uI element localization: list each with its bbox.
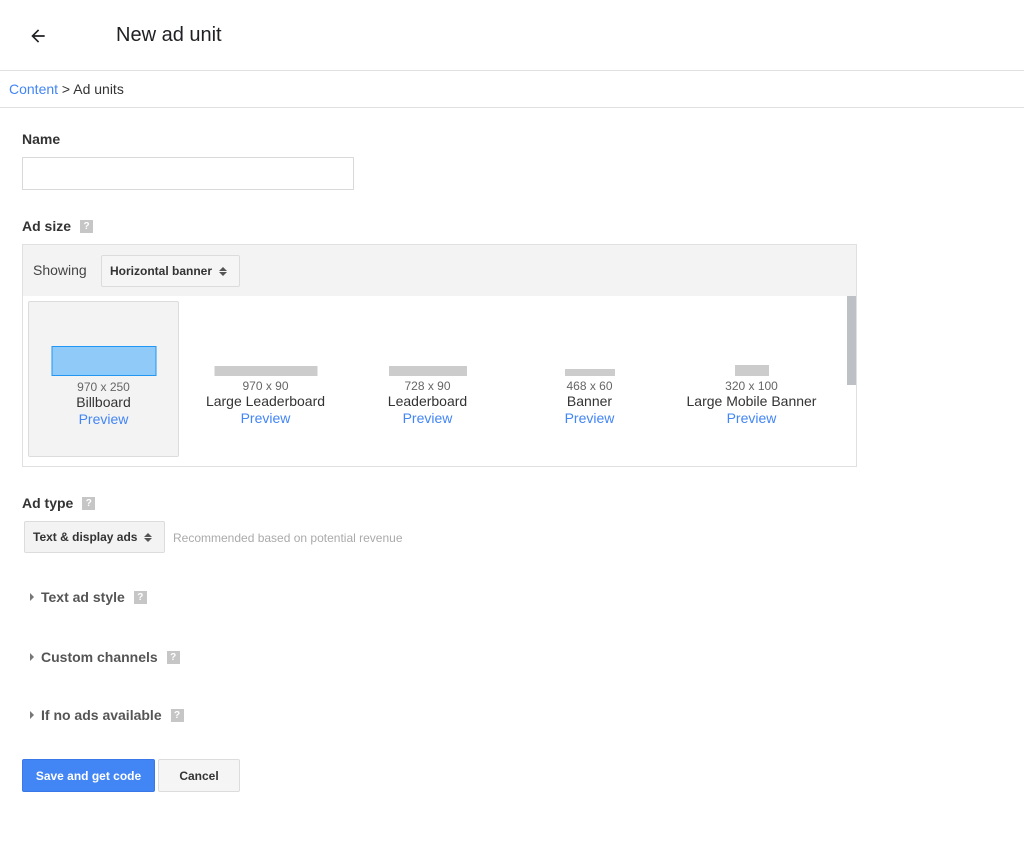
- showing-select-value: Horizontal banner: [110, 264, 213, 278]
- size-dimensions: 468 x 60: [566, 379, 613, 393]
- size-option-leaderboard[interactable]: 728 x 90 Leaderboard Preview: [352, 301, 503, 457]
- expander-label: If no ads available: [41, 707, 162, 723]
- size-thumb-banner: [564, 369, 615, 376]
- preview-link[interactable]: Preview: [190, 410, 341, 426]
- name-label-text: Name: [22, 131, 61, 147]
- size-option-large-mobile-banner[interactable]: 320 x 100 Large Mobile Banner Preview: [676, 301, 827, 457]
- breadcrumb-content-link[interactable]: Content: [9, 81, 58, 97]
- breadcrumb-separator: >: [58, 81, 74, 97]
- size-dimensions: 970 x 250: [77, 380, 130, 394]
- ad-size-panel: Showing Horizontal banner 970 x 250 Bill…: [22, 244, 857, 467]
- top-bar: New ad unit: [0, 0, 1024, 71]
- expander-label: Text ad style: [41, 589, 125, 605]
- size-name: Large Mobile Banner: [686, 393, 817, 409]
- name-label: Name: [22, 131, 60, 147]
- showing-label: Showing: [33, 262, 87, 278]
- size-option-large-leaderboard[interactable]: 970 x 90 Large Leaderboard Preview: [190, 301, 341, 457]
- preview-link[interactable]: Preview: [514, 410, 665, 426]
- breadcrumb-current: Ad units: [73, 81, 124, 97]
- ad-size-label: Ad size ?: [22, 218, 94, 234]
- caret-right-icon: [30, 653, 34, 661]
- size-dimensions: 320 x 100: [725, 379, 778, 393]
- help-icon[interactable]: ?: [82, 496, 96, 510]
- size-dimensions: 728 x 90: [404, 379, 451, 393]
- ad-size-label-text: Ad size: [22, 218, 72, 234]
- select-arrows-icon: [219, 266, 228, 276]
- preview-link[interactable]: Preview: [676, 410, 827, 426]
- showing-select[interactable]: Horizontal banner: [101, 255, 240, 287]
- select-arrows-icon: [144, 532, 153, 542]
- save-and-get-code-button[interactable]: Save and get code: [22, 759, 155, 792]
- size-filter-bar: Showing Horizontal banner: [23, 245, 856, 296]
- custom-channels-expander[interactable]: Custom channels ?: [30, 649, 180, 665]
- back-button[interactable]: [24, 22, 52, 50]
- size-thumb-billboard: [51, 346, 156, 376]
- help-icon[interactable]: ?: [166, 650, 180, 664]
- ad-type-label: Ad type ?: [22, 495, 96, 511]
- ad-type-select[interactable]: Text & display ads: [24, 521, 165, 553]
- name-input[interactable]: [22, 157, 354, 190]
- caret-right-icon: [30, 593, 34, 601]
- size-thumb-large-leaderboard: [214, 366, 317, 376]
- caret-right-icon: [30, 711, 34, 719]
- size-list-scrollbar[interactable]: [846, 296, 856, 467]
- if-no-ads-available-expander[interactable]: If no ads available ?: [30, 707, 184, 723]
- breadcrumb: Content > Ad units: [0, 72, 1024, 108]
- size-option-banner[interactable]: 468 x 60 Banner Preview: [514, 301, 665, 457]
- ad-type-select-value: Text & display ads: [33, 530, 138, 544]
- size-thumb-leaderboard: [388, 366, 467, 376]
- help-icon[interactable]: ?: [133, 590, 147, 604]
- preview-link[interactable]: Preview: [29, 411, 178, 427]
- arrow-left-icon: [31, 29, 45, 43]
- size-dimensions: 970 x 90: [242, 379, 289, 393]
- cancel-button[interactable]: Cancel: [158, 759, 240, 792]
- ad-type-label-text: Ad type: [22, 495, 74, 511]
- preview-link[interactable]: Preview: [352, 410, 503, 426]
- expander-label: Custom channels: [41, 649, 158, 665]
- scrollbar-thumb[interactable]: [847, 296, 856, 385]
- ad-size-list: 970 x 250 Billboard Preview 970 x 90 Lar…: [23, 296, 846, 467]
- size-option-billboard[interactable]: 970 x 250 Billboard Preview: [28, 301, 179, 457]
- help-icon[interactable]: ?: [80, 219, 94, 233]
- ad-type-recommendation: Recommended based on potential revenue: [173, 531, 403, 545]
- page-title: New ad unit: [116, 24, 222, 46]
- text-ad-style-expander[interactable]: Text ad style ?: [30, 589, 147, 605]
- help-icon[interactable]: ?: [170, 708, 184, 722]
- size-thumb-large-mobile-banner: [734, 365, 769, 376]
